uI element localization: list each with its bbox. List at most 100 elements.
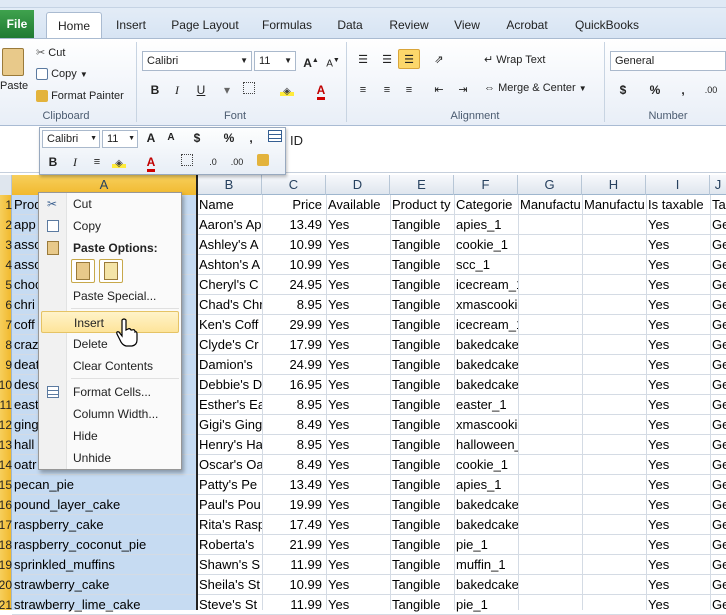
- column-header-h[interactable]: H: [582, 175, 646, 195]
- cell-e-21[interactable]: Tangible: [390, 595, 454, 615]
- cell-c-13[interactable]: 8.95: [262, 435, 326, 455]
- cell-c-7[interactable]: 29.99: [262, 315, 326, 335]
- cell-d-5[interactable]: Yes: [326, 275, 390, 295]
- cell-j-12[interactable]: Ge: [710, 415, 726, 435]
- align-left-icon[interactable]: ≡: [352, 80, 374, 100]
- cell-c-11[interactable]: 8.95: [262, 395, 326, 415]
- borders-icon[interactable]: [238, 80, 260, 100]
- currency-button[interactable]: $: [612, 80, 634, 100]
- mini-italic-button[interactable]: I: [64, 152, 86, 172]
- cell-g-21[interactable]: [518, 595, 582, 615]
- cell-j-2[interactable]: Ge: [710, 215, 726, 235]
- cell-h-20[interactable]: [582, 575, 646, 595]
- cell-h-5[interactable]: [582, 275, 646, 295]
- cell-h-17[interactable]: [582, 515, 646, 535]
- cell-g-7[interactable]: [518, 315, 582, 335]
- cell-g-15[interactable]: [518, 475, 582, 495]
- increase-decimal-icon[interactable]: .00: [700, 80, 722, 100]
- cell-c-15[interactable]: 13.49: [262, 475, 326, 495]
- cell-h-4[interactable]: [582, 255, 646, 275]
- menu-item-unhide[interactable]: Unhide: [39, 447, 181, 469]
- cell-j-3[interactable]: Ge: [710, 235, 726, 255]
- mini-bold-button[interactable]: B: [42, 152, 64, 172]
- cell-j-11[interactable]: Ge: [710, 395, 726, 415]
- cell-j-9[interactable]: Ge: [710, 355, 726, 375]
- cell-b-11[interactable]: Esther's Ea: [197, 395, 262, 415]
- cell-i-13[interactable]: Yes: [646, 435, 710, 455]
- cell-h-6[interactable]: [582, 295, 646, 315]
- cell-h-7[interactable]: [582, 315, 646, 335]
- cell-i-17[interactable]: Yes: [646, 515, 710, 535]
- cell-d-16[interactable]: Yes: [326, 495, 390, 515]
- cell-b-3[interactable]: Ashley's A: [197, 235, 262, 255]
- cell-g-12[interactable]: [518, 415, 582, 435]
- cell-i-18[interactable]: Yes: [646, 535, 710, 555]
- tab-formulas[interactable]: Formulas: [256, 12, 318, 38]
- cell-h-14[interactable]: [582, 455, 646, 475]
- cell-d-7[interactable]: Yes: [326, 315, 390, 335]
- cell-g-18[interactable]: [518, 535, 582, 555]
- cell-b-18[interactable]: Roberta's: [197, 535, 262, 555]
- decrease-indent-icon[interactable]: ⇤: [428, 80, 450, 100]
- mini-font-color-icon[interactable]: A: [140, 152, 162, 172]
- cell-b-10[interactable]: Debbie's D: [197, 375, 262, 395]
- shrink-font-icon[interactable]: A: [160, 128, 182, 148]
- cell-f-13[interactable]: halloween_1: [454, 435, 518, 455]
- cell-f-14[interactable]: cookie_1: [454, 455, 518, 475]
- cell-g-20[interactable]: [518, 575, 582, 595]
- cell-c-6[interactable]: 8.95: [262, 295, 326, 315]
- formula-content[interactable]: ID: [290, 133, 303, 148]
- cell-a-18[interactable]: raspberry_coconut_pie: [12, 535, 197, 555]
- menu-item-hide[interactable]: Hide: [39, 425, 181, 447]
- cell-b-20[interactable]: Sheila's St: [197, 575, 262, 595]
- cell-f-17[interactable]: bakedcake_1: [454, 515, 518, 535]
- format-painter-button[interactable]: Format Painter: [36, 90, 124, 103]
- cell-j-5[interactable]: Ge: [710, 275, 726, 295]
- column-header-b[interactable]: B: [197, 175, 262, 195]
- mini-font-size-combo[interactable]: 11 ▼: [102, 130, 138, 148]
- cut-button[interactable]: ✂ Cut: [36, 46, 65, 59]
- cell-d-19[interactable]: Yes: [326, 555, 390, 575]
- cell-c-20[interactable]: 10.99: [262, 575, 326, 595]
- cell-f-19[interactable]: muffin_1: [454, 555, 518, 575]
- cell-h-16[interactable]: [582, 495, 646, 515]
- cell-c-16[interactable]: 19.99: [262, 495, 326, 515]
- cell-b-4[interactable]: Ashton's A: [197, 255, 262, 275]
- cell-h-12[interactable]: [582, 415, 646, 435]
- mini-align-center-icon[interactable]: ≡: [86, 152, 108, 172]
- cell-g-4[interactable]: [518, 255, 582, 275]
- cell-d-20[interactable]: Yes: [326, 575, 390, 595]
- mini-increase-decimal-icon[interactable]: .0: [202, 152, 224, 172]
- cell-i-12[interactable]: Yes: [646, 415, 710, 435]
- cell-h-18[interactable]: [582, 535, 646, 555]
- copy-button[interactable]: Copy ▼: [36, 68, 88, 81]
- cell-e-10[interactable]: Tangible: [390, 375, 454, 395]
- cell-a-17[interactable]: raspberry_cake: [12, 515, 197, 535]
- cell-e-6[interactable]: Tangible: [390, 295, 454, 315]
- menu-item-column-width[interactable]: Column Width...: [39, 403, 181, 425]
- cell-j-20[interactable]: Ge: [710, 575, 726, 595]
- cell-h-2[interactable]: [582, 215, 646, 235]
- mini-comma-button[interactable]: ,: [240, 128, 262, 148]
- cell-e-5[interactable]: Tangible: [390, 275, 454, 295]
- font-color-icon[interactable]: A: [310, 80, 332, 100]
- cell-f-10[interactable]: bakedcake_1: [454, 375, 518, 395]
- cell-g-5[interactable]: [518, 275, 582, 295]
- cell-i-1[interactable]: Is taxable: [646, 195, 710, 215]
- column-header-c[interactable]: C: [262, 175, 326, 195]
- cell-e-16[interactable]: Tangible: [390, 495, 454, 515]
- cell-i-16[interactable]: Yes: [646, 495, 710, 515]
- cell-d-18[interactable]: Yes: [326, 535, 390, 555]
- cell-e-3[interactable]: Tangible: [390, 235, 454, 255]
- cell-h-15[interactable]: [582, 475, 646, 495]
- column-header-d[interactable]: D: [326, 175, 390, 195]
- cell-d-13[interactable]: Yes: [326, 435, 390, 455]
- cell-j-6[interactable]: Ge: [710, 295, 726, 315]
- cell-b-2[interactable]: Aaron's Ap: [197, 215, 262, 235]
- tab-file[interactable]: File: [0, 10, 34, 38]
- tab-insert[interactable]: Insert: [108, 12, 154, 38]
- cell-j-14[interactable]: Ge: [710, 455, 726, 475]
- cell-e-14[interactable]: Tangible: [390, 455, 454, 475]
- cell-a-19[interactable]: sprinkled_muffins: [12, 555, 197, 575]
- column-header-i[interactable]: I: [646, 175, 710, 195]
